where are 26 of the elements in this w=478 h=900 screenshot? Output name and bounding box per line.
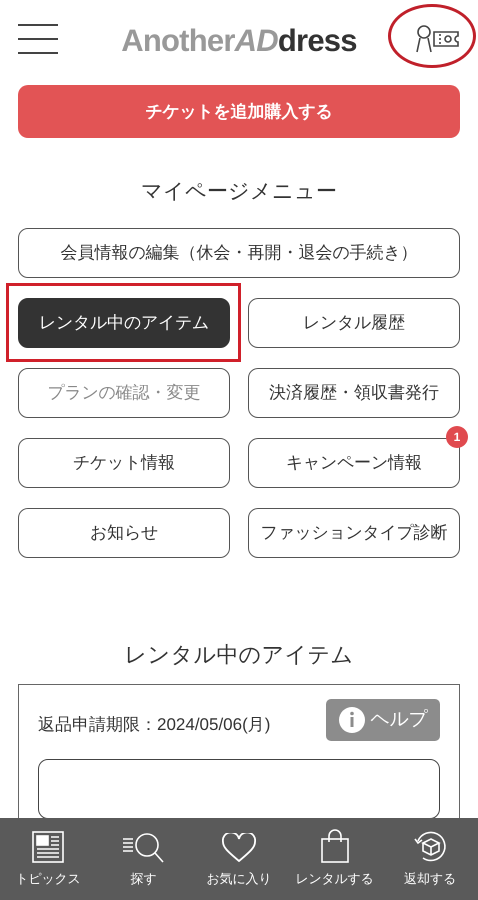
menu-button[interactable]: 会員情報の編集（休会・再開・退会の手続き） <box>18 228 460 278</box>
notification-badge: 1 <box>446 426 468 448</box>
member-ticket-icon[interactable] <box>414 24 462 54</box>
section-title: レンタル中のアイテム <box>124 641 354 669</box>
search-icon <box>121 830 166 862</box>
menu-button[interactable]: レンタル中のアイテム <box>18 298 230 348</box>
shopping-bag-icon <box>320 828 350 862</box>
nav-tab[interactable]: 返却する <box>382 818 478 900</box>
menu-button[interactable]: お知らせ <box>18 508 230 558</box>
nav-tab[interactable]: お気に入り <box>191 818 287 900</box>
buy-ticket-button[interactable]: チケットを追加購入する <box>18 85 460 138</box>
menu-button[interactable]: レンタル履歴 <box>248 298 460 348</box>
menu-button[interactable]: 決済履歴・領収書発行 <box>248 368 460 418</box>
heart-icon <box>222 832 256 862</box>
return-deadline: 返品申請期限：2024/05/06(月) <box>38 714 270 736</box>
section-title: マイページメニュー <box>140 179 338 205</box>
box-return-icon <box>413 828 448 862</box>
nav-tab[interactable]: 探す <box>96 818 192 900</box>
nav-tab[interactable]: トピックス <box>0 818 96 900</box>
menu-button[interactable]: チケット情報 <box>18 438 230 488</box>
menu-icon[interactable] <box>18 24 58 54</box>
newspaper-icon <box>32 830 64 862</box>
logo: AnotherADdress <box>121 24 357 56</box>
nav-tab[interactable]: レンタルする <box>286 818 382 900</box>
menu-button[interactable]: ファッションタイプ診断 <box>248 508 460 558</box>
info-icon <box>338 707 364 733</box>
